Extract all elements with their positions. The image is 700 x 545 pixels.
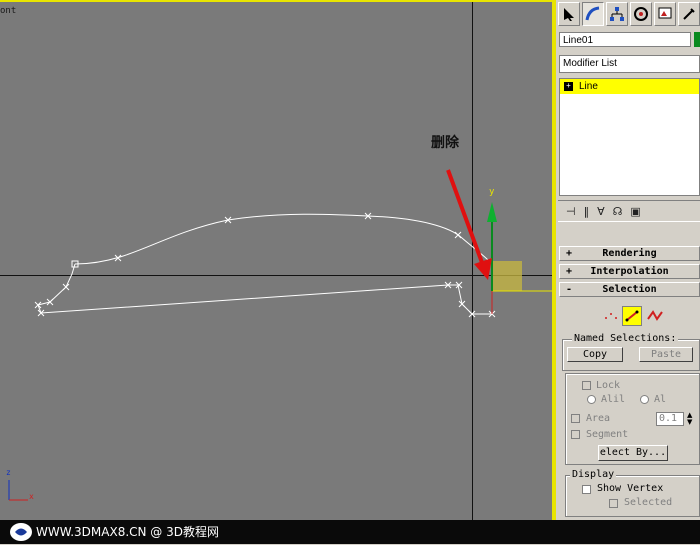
named-selections-title: Named Selections:	[572, 333, 679, 344]
lock-option2-radio[interactable]	[640, 395, 649, 404]
area-spinner-arrows-icon[interactable]: ▲ ▼	[687, 412, 692, 426]
delete-annotation: 删除	[431, 135, 459, 151]
modify-tab[interactable]	[582, 2, 604, 26]
lock-checkbox[interactable]	[582, 381, 591, 390]
segment-icon	[625, 310, 639, 322]
object-color-swatch[interactable]	[694, 32, 700, 47]
lock-option1-radio[interactable]	[587, 395, 596, 404]
spline-top-curve	[74, 213, 493, 265]
rollout-title: Interpolation	[590, 266, 669, 277]
display-icon	[658, 7, 672, 19]
copy-button[interactable]: Copy	[567, 347, 623, 362]
pin-stack-icon[interactable]: ⊣	[566, 205, 576, 218]
stack-item-label: Line	[579, 81, 598, 92]
area-checkbox[interactable]	[571, 414, 580, 423]
annotation-arrow-shaft	[446, 169, 486, 269]
remove-modifier-icon[interactable]: ☊	[613, 205, 623, 218]
display-tab[interactable]	[654, 2, 676, 26]
select-by-button[interactable]: elect By...	[598, 445, 668, 461]
spline-canvas[interactable]	[0, 2, 552, 520]
show-vertex-checkbox[interactable]	[582, 485, 591, 494]
tripod-z-label: z	[6, 468, 11, 477]
lock-option2-label: Al	[654, 394, 667, 405]
rollout-rendering[interactable]: + Rendering	[559, 246, 700, 261]
paste-button[interactable]: Paste	[639, 347, 693, 362]
segment-checkbox[interactable]	[571, 430, 580, 439]
stack-item-line[interactable]: + Line	[560, 79, 699, 94]
rollout-interpolation[interactable]: + Interpolation	[559, 264, 700, 279]
show-end-result-icon[interactable]: ‖	[584, 205, 590, 218]
gizmo-y-label: y	[489, 187, 495, 197]
vertex-level-button[interactable]	[602, 307, 620, 325]
display-group	[565, 475, 700, 517]
command-panel: Line01 Modifier List + Line ⊣ ‖ ∀ ☊ ▣ + …	[556, 0, 700, 520]
vertex-icon	[605, 313, 617, 319]
spline-icon	[647, 310, 663, 321]
watermark-footer: WWW.3DMAX8.CN @ 3D教程网	[0, 520, 700, 544]
hierarchy-tab[interactable]	[606, 2, 628, 26]
selected-checkbox[interactable]	[609, 499, 618, 508]
modify-icon	[585, 6, 600, 21]
create-tab[interactable]	[558, 2, 580, 26]
utilities-tab[interactable]	[678, 2, 700, 26]
area-spinner[interactable]: 0.1	[656, 412, 684, 426]
gizmo-y-arrow	[487, 202, 497, 222]
viewport[interactable]: ont y z x 删除	[0, 0, 552, 522]
make-unique-icon[interactable]: ∀	[597, 205, 605, 218]
lock-option1-label: Alil	[601, 394, 626, 405]
utilities-icon	[683, 8, 695, 20]
command-panel-tabs	[558, 2, 700, 28]
lock-label: Lock	[596, 380, 621, 391]
gizmo-plane	[492, 261, 522, 291]
annotation-arrow-head	[474, 258, 492, 280]
rollout-title: Selection	[602, 284, 657, 295]
create-icon	[564, 8, 574, 21]
expand-icon[interactable]: +	[564, 82, 573, 91]
segment-level-button[interactable]	[622, 306, 642, 326]
area-label: Area	[586, 413, 611, 424]
modifier-stack[interactable]: + Line	[559, 78, 700, 196]
show-vertex-label: Show Vertex	[597, 483, 664, 494]
modifier-list-dropdown[interactable]: Modifier List	[559, 55, 700, 73]
spline-level-button[interactable]	[646, 307, 664, 325]
rollout-selection[interactable]: - Selection	[559, 282, 700, 297]
object-name-field[interactable]: Line01	[559, 32, 691, 47]
selected-label: Selected	[624, 497, 673, 508]
segment-label: Segment	[586, 429, 629, 440]
vertex-marks	[34, 212, 496, 318]
footer-text: WWW.3DMAX8.CN @ 3D教程网	[36, 525, 220, 539]
hierarchy-icon	[610, 7, 624, 21]
tripod-x-label: x	[29, 492, 34, 501]
site-logo-icon	[10, 523, 32, 541]
configure-sets-icon[interactable]: ▣	[630, 205, 640, 218]
stack-toolbar: ⊣ ‖ ∀ ☊ ▣	[558, 200, 700, 222]
motion-icon	[634, 7, 648, 21]
motion-tab[interactable]	[630, 2, 652, 26]
display-title: Display	[570, 469, 617, 480]
spline-bottom-curve	[37, 263, 492, 315]
rollout-title: Rendering	[602, 248, 657, 259]
